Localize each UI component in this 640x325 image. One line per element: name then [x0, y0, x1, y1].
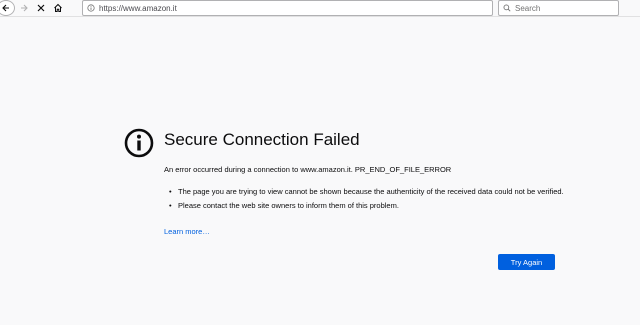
url-bar[interactable]: https://www.amazon.it — [82, 0, 493, 16]
home-button[interactable] — [51, 0, 64, 15]
back-button[interactable] — [0, 0, 15, 16]
try-again-button[interactable]: Try Again — [498, 254, 555, 270]
close-icon — [37, 4, 44, 11]
page-title: Secure Connection Failed — [164, 130, 360, 149]
search-icon — [503, 4, 511, 12]
url-text: https://www.amazon.it — [99, 3, 177, 13]
list-item-text: The page you are trying to view cannot b… — [178, 187, 564, 196]
learn-more-link[interactable]: Learn more… — [164, 227, 210, 236]
info-icon — [124, 128, 154, 158]
info-icon[interactable] — [87, 4, 95, 12]
error-details-list: • The page you are trying to view cannot… — [169, 187, 568, 215]
search-bar[interactable]: Search — [498, 0, 619, 16]
list-item: • The page you are trying to view cannot… — [169, 187, 568, 197]
home-icon — [53, 3, 62, 12]
bullet-icon: • — [169, 187, 172, 196]
stop-button[interactable] — [34, 0, 47, 15]
arrow-right-icon — [20, 4, 28, 11]
error-description: An error occurred during a connection to… — [164, 165, 452, 174]
list-item: • Please contact the web site owners to … — [169, 201, 568, 211]
arrow-left-icon — [2, 4, 9, 12]
bullet-icon: • — [169, 201, 172, 210]
search-input[interactable]: Search — [515, 4, 540, 13]
forward-button[interactable] — [17, 0, 30, 15]
browser-toolbar: https://www.amazon.it Search — [0, 0, 640, 17]
list-item-text: Please contact the web site owners to in… — [178, 201, 399, 210]
